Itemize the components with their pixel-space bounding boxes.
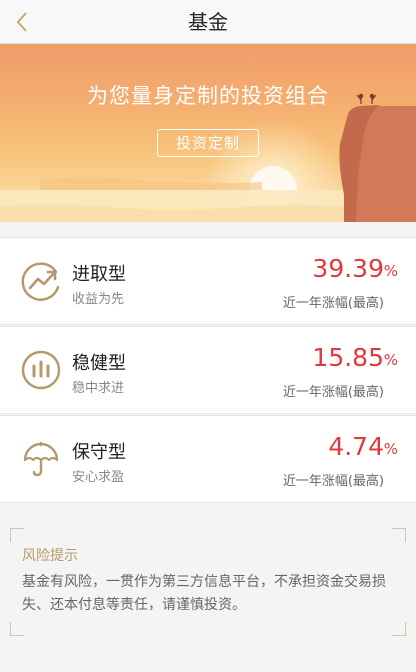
banner-title: 为您量身定制的投资组合 <box>87 84 329 108</box>
fund-rate-label: 近一年涨幅(最高) <box>282 385 384 400</box>
fund-rate-unit: % <box>383 440 398 458</box>
fund-name: 稳健型 <box>72 353 126 374</box>
bars-circle-icon <box>21 350 61 390</box>
fund-rate: 4.74 <box>328 432 384 461</box>
fund-rate-label: 近一年涨幅(最高) <box>282 474 384 489</box>
fund-name: 进取型 <box>72 264 126 285</box>
fund-subtitle: 收益为先 <box>72 292 125 307</box>
fund-rate: 15.85 <box>312 343 384 372</box>
page-title: 基金 <box>188 10 228 34</box>
fund-rate: 39.39 <box>312 254 384 283</box>
fund-rate-unit: % <box>383 262 398 280</box>
navigation-bar: 基金 <box>0 0 416 44</box>
risk-notice: 风险提示 基金有风险，一贯作为第三方信息平台，不承担资金交易损失、还本付息等责任… <box>0 528 416 672</box>
promo-banner[interactable]: 为您量身定制的投资组合 投资定制 <box>0 44 416 222</box>
fund-subtitle: 稳中求进 <box>72 381 125 396</box>
fund-card-aggressive[interactable]: 进取型 收益为先 39.39 % 近一年涨幅(最高) <box>0 237 416 325</box>
umbrella-icon <box>23 441 59 477</box>
fund-rate-label: 近一年涨幅(最高) <box>282 296 384 311</box>
custom-investment-button[interactable]: 投资定制 <box>157 129 259 157</box>
fund-name: 保守型 <box>72 442 126 463</box>
risk-body: 基金有风险，一贯作为第三方信息平台，不承担资金交易损失、还本付息等责任，请谨慎投… <box>22 574 386 613</box>
fund-card-conservative[interactable]: 保守型 安心求盈 4.74 % 近一年涨幅(最高) <box>0 415 416 503</box>
risk-title: 风险提示 <box>22 548 78 564</box>
trend-up-icon <box>21 262 60 301</box>
fund-rate-unit: % <box>383 351 398 369</box>
fund-subtitle: 安心求盈 <box>72 470 125 485</box>
fund-card-steady[interactable]: 稳健型 稳中求进 15.85 % 近一年涨幅(最高) <box>0 326 416 414</box>
